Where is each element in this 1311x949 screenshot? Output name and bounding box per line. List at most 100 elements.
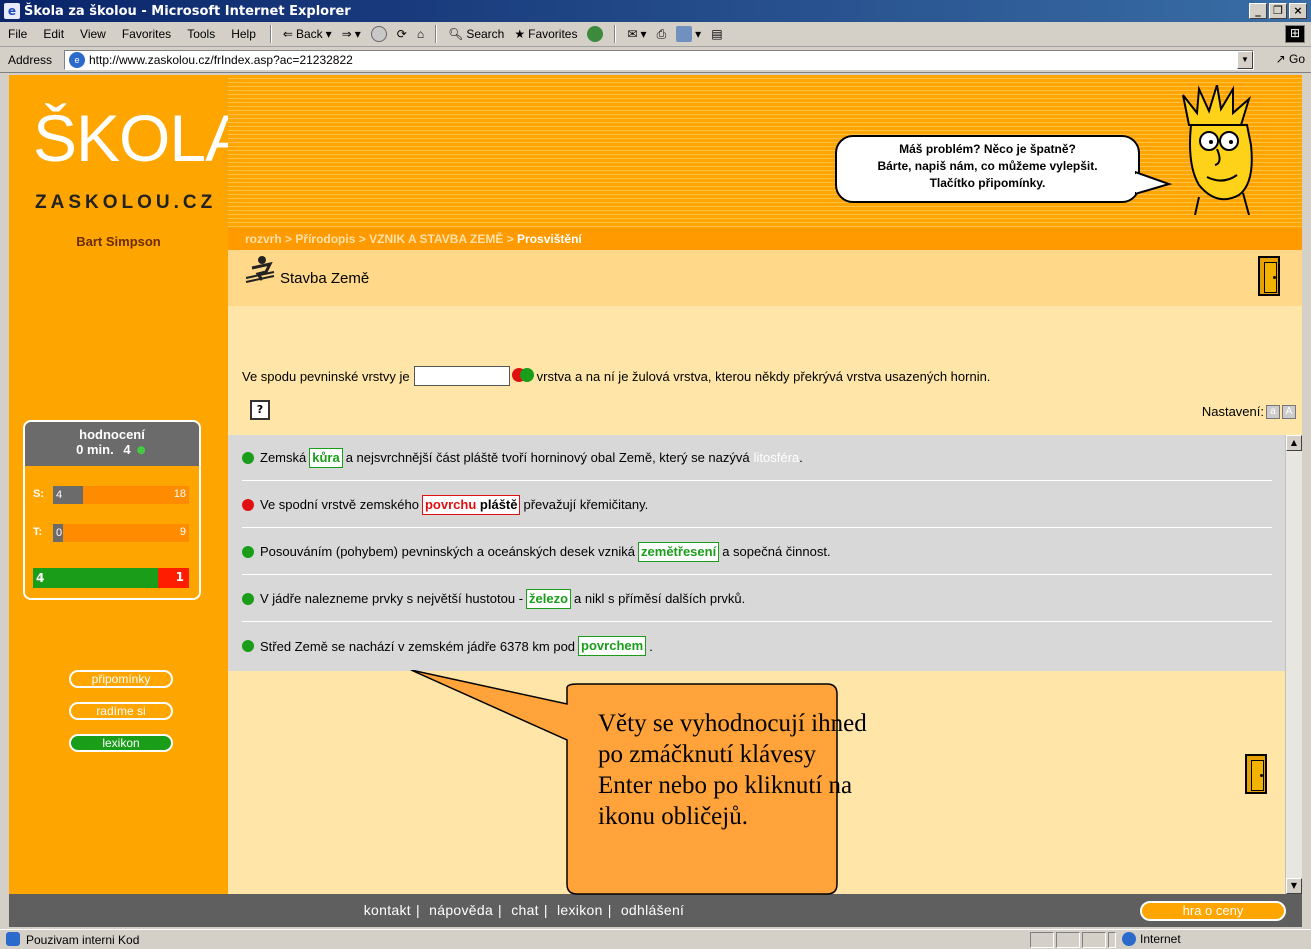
hra-o-ceny-button[interactable]: hra o ceny	[1140, 901, 1286, 921]
question-text-before: Ve spodu pevninské vrstvy je	[242, 368, 410, 384]
answer-input[interactable]	[413, 366, 510, 386]
sentence-text: převažují křemičitany.	[523, 497, 649, 512]
answer-box: povrchu pláště	[421, 494, 521, 515]
favorites-button[interactable]: ★ Favorites	[509, 27, 582, 41]
go-button[interactable]: ↗ Go	[1276, 52, 1305, 66]
radime-si-button[interactable]: radíme si	[69, 702, 173, 720]
skier-icon	[245, 256, 275, 283]
history-icon	[587, 26, 604, 42]
menu-edit[interactable]: Edit	[35, 27, 72, 41]
stat-row-t: T: 0 9	[33, 524, 189, 542]
settings-label: Nastavení:	[1201, 404, 1264, 419]
search-button[interactable]: 🔍︎ Search	[443, 27, 509, 41]
rating-summary: 0 min. 4 ☻	[25, 442, 199, 457]
mail-button[interactable]: ✉ ▾	[622, 27, 651, 41]
ie-logo-icon: e	[4, 3, 20, 19]
question-row: Ve spodu pevninské vrstvy je vrstva a na…	[242, 366, 990, 386]
exit-door-icon[interactable]	[1258, 256, 1280, 296]
back-label: Back	[295, 27, 323, 41]
sentence-text: Ve spodní vrstvě zemského	[260, 497, 419, 512]
history-button[interactable]	[582, 26, 608, 42]
sentence-text: .	[649, 638, 653, 654]
address-input[interactable]: e http://www.zaskolou.cz/frIndex.asp?ac=…	[64, 50, 1254, 70]
windows-logo-icon: ⊞	[1285, 25, 1305, 43]
username: Bart Simpson	[76, 234, 161, 249]
window-titlebar: e Škola za školou - Microsoft Internet E…	[0, 0, 1311, 22]
evaluate-faces-icon[interactable]	[511, 368, 534, 384]
search-icon: 🔍︎	[448, 27, 464, 41]
scroll-up-icon[interactable]: ▲	[1286, 435, 1302, 451]
search-label: Search	[466, 27, 505, 41]
callout-text: Věty se vyhodnocují ihned po zmáčknutí k…	[598, 708, 978, 832]
toolbar-separator	[435, 25, 438, 43]
home-button[interactable]: ⌂	[412, 27, 429, 41]
sentence-text: a nikl s příměsí dalších prvků.	[574, 591, 746, 606]
forward-arrow-icon: ⇒	[341, 27, 352, 41]
exit-door-icon[interactable]	[1245, 754, 1267, 794]
bart-character-icon	[1182, 85, 1253, 215]
bubble-line: Bárte, napiš nám, co můžeme vylepšit.	[877, 159, 1098, 173]
edit-dropdown-icon[interactable]: ▾	[695, 27, 701, 41]
mail-dropdown-icon[interactable]: ▾	[641, 27, 647, 41]
menu-help[interactable]: Help	[223, 27, 264, 41]
scroll-down-icon[interactable]: ▼	[1286, 878, 1302, 894]
address-label: Address	[8, 52, 53, 67]
breadcrumb-link-rozvrh[interactable]: rozvrh	[245, 232, 282, 246]
stop-button[interactable]	[366, 26, 392, 42]
answer-box: kůra	[309, 447, 343, 468]
menu-view[interactable]: View	[72, 27, 114, 41]
settings: Nastavení: a A	[1202, 404, 1296, 419]
callout-line: Věty se vyhodnocují ihned	[598, 710, 867, 737]
statusbar: Pouzivam interni Kod Internet	[0, 929, 1311, 949]
back-dropdown-icon[interactable]: ▾	[326, 27, 332, 41]
forward-dropdown-icon[interactable]: ▾	[355, 27, 361, 41]
menu-favorites[interactable]: Favorites	[114, 27, 179, 41]
maximize-button[interactable]: ❐	[1269, 3, 1287, 19]
close-button[interactable]: ×	[1289, 3, 1307, 19]
happy-face-icon	[242, 451, 254, 464]
hint-link[interactable]: litosféra	[754, 450, 800, 465]
stat-s-fill: 4	[53, 486, 83, 504]
rating-title: hodnocení	[79, 427, 145, 442]
home-icon: ⌂	[416, 27, 425, 41]
logo-subtitle: ZASKOLOU.CZ	[35, 192, 217, 213]
print-button[interactable]: ⎙	[652, 27, 672, 42]
discuss-button[interactable]: ▤	[706, 27, 727, 41]
sentence-list: Zemská kůra a nejsvrchnější část pláště …	[228, 435, 1302, 671]
scrollbar[interactable]: ▲ ▼	[1285, 435, 1302, 894]
score-good: 4	[33, 568, 158, 588]
menu-tools[interactable]: Tools	[179, 27, 223, 41]
forward-button[interactable]: ⇒ ▾	[337, 27, 366, 41]
discuss-icon: ▤	[711, 27, 723, 41]
happy-face-icon	[242, 640, 254, 652]
back-button[interactable]: ⇐ Back ▾	[278, 27, 337, 41]
edit-button[interactable]: ▾	[671, 26, 706, 42]
footer-link-kontakt[interactable]: kontakt	[364, 902, 411, 918]
help-icon[interactable]: ?	[250, 400, 270, 420]
refresh-button[interactable]: ⟳	[392, 27, 412, 41]
sentence-text: V jádře nalezneme prvky s největší husto…	[260, 591, 524, 606]
wrong-answer: povrchu	[424, 496, 477, 512]
favorites-icon: ★	[514, 27, 526, 41]
font-large-icon[interactable]: A	[1282, 404, 1296, 419]
list-item: Střed Země se nachází v zemském jádře 63…	[242, 623, 1272, 669]
site-header: ŠKOLA ZASKOLOU.CZ Máš problém? Něco je š…	[9, 75, 1302, 228]
address-dropdown-icon[interactable]: ▼	[1237, 51, 1253, 69]
score-bad: 1	[175, 570, 184, 584]
logo[interactable]: ŠKOLA ZASKOLOU.CZ	[9, 75, 249, 228]
pripominky-button[interactable]: připomínky	[69, 670, 173, 688]
breadcrumb-link-topic[interactable]: VZNIK A STAVBA ZEMĚ	[369, 232, 503, 246]
lexikon-button[interactable]: lexikon	[69, 734, 173, 752]
list-item: V jádře nalezneme prvky s největší husto…	[242, 576, 1272, 622]
stat-t-bar: 0 9	[53, 524, 189, 542]
menu-file[interactable]: File	[0, 27, 35, 41]
sad-face-icon	[242, 498, 254, 511]
answer-box: železo	[526, 588, 572, 609]
breadcrumb-link-prirodopis[interactable]: Přírodopis	[295, 232, 355, 246]
speech-bubble: Máš problém? Něco je špatně? Bárte, napi…	[835, 135, 1140, 203]
smiley-icon: ☻	[134, 442, 148, 457]
score-bar: 4 1	[33, 568, 189, 588]
minimize-button[interactable]: _	[1249, 3, 1267, 19]
font-small-icon[interactable]: a	[1266, 404, 1280, 419]
status-text: Pouzivam interni Kod	[0, 931, 139, 947]
